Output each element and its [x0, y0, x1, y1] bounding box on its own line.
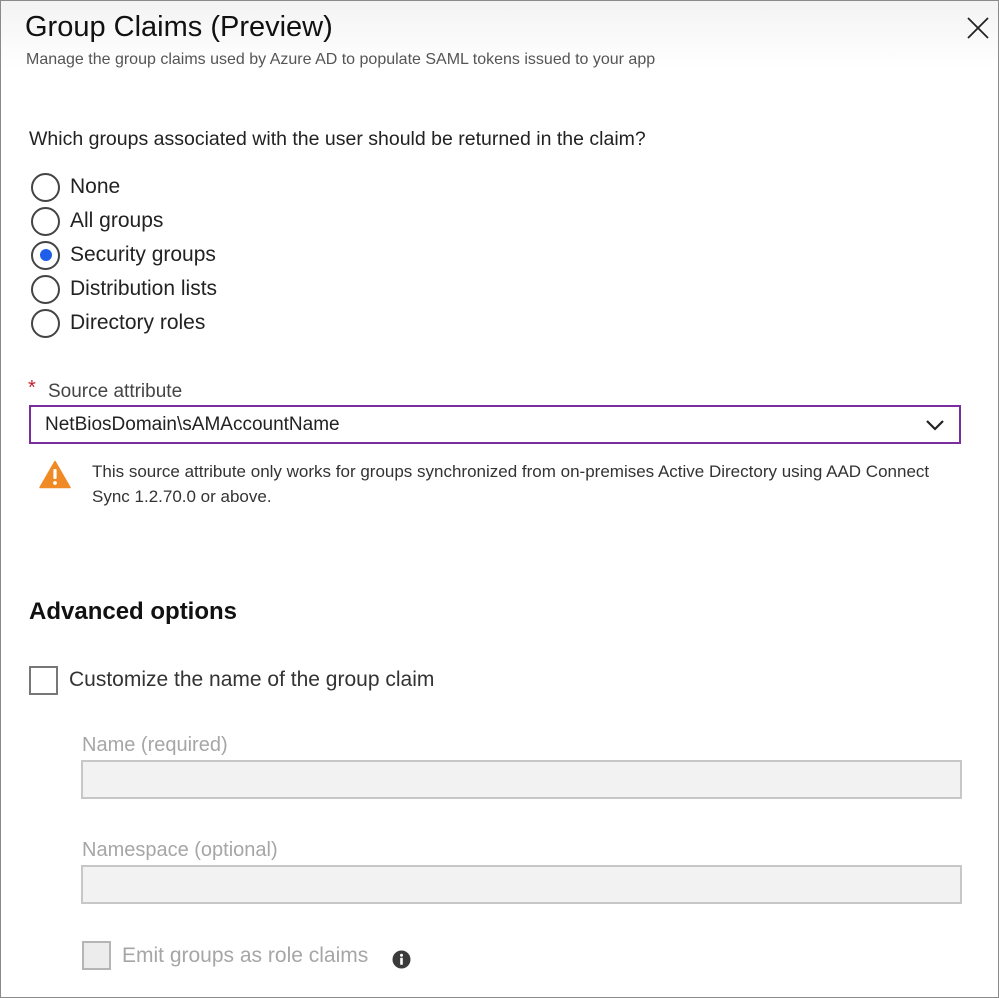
radio-button[interactable]: [31, 308, 60, 338]
source-attribute-dropdown[interactable]: NetBiosDomain\sAMAccountName: [29, 405, 961, 444]
warning-message: This source attribute only works for gro…: [92, 462, 930, 506]
close-button[interactable]: [965, 15, 991, 41]
page-title: Group Claims (Preview): [25, 11, 333, 43]
source-attribute-value: NetBiosDomain\sAMAccountName: [45, 414, 340, 435]
radio-button[interactable]: [31, 172, 60, 202]
radio-button[interactable]: [31, 206, 60, 236]
warning-triangle-icon: [39, 460, 71, 489]
radio-label: Security groups: [70, 243, 216, 266]
customize-name-checkbox[interactable]: [29, 666, 58, 695]
panel-header: Group Claims (Preview) Manage the group …: [1, 1, 998, 97]
radio-label: Distribution lists: [70, 277, 218, 300]
radio-button-selected[interactable]: [31, 240, 60, 270]
radio-label: None: [70, 175, 121, 198]
emit-role-claims-checkbox[interactable]: [82, 941, 111, 970]
advanced-options-heading: Advanced options: [29, 598, 238, 625]
radio-button[interactable]: [31, 274, 60, 304]
radio-label: All groups: [70, 209, 164, 232]
close-icon: [967, 17, 989, 39]
source-attribute-label: Source attribute: [48, 381, 183, 402]
emit-role-claims-label: Emit groups as role claims: [122, 944, 369, 967]
required-marker: *: [28, 377, 36, 399]
info-icon[interactable]: [392, 950, 411, 969]
customize-name-label: Customize the name of the group claim: [69, 668, 435, 691]
namespace-field-label: Namespace (optional): [82, 839, 278, 861]
radio-option-security-groups[interactable]: Security groups: [31, 239, 216, 271]
groups-question: Which groups associated with the user sh…: [29, 128, 646, 150]
chevron-down-icon: [926, 420, 944, 431]
page-subtitle: Manage the group claims used by Azure AD…: [26, 51, 656, 68]
radio-option-none[interactable]: None: [31, 171, 120, 203]
name-field-label: Name (required): [82, 734, 228, 756]
group-claims-panel: Group Claims (Preview) Manage the group …: [0, 0, 999, 998]
radio-option-distribution-lists[interactable]: Distribution lists: [31, 273, 217, 305]
name-input[interactable]: [81, 760, 962, 799]
radio-label: Directory roles: [70, 311, 206, 334]
namespace-input[interactable]: [81, 865, 962, 904]
radio-option-directory-roles[interactable]: Directory roles: [31, 307, 205, 339]
radio-option-all-groups[interactable]: All groups: [31, 205, 163, 237]
